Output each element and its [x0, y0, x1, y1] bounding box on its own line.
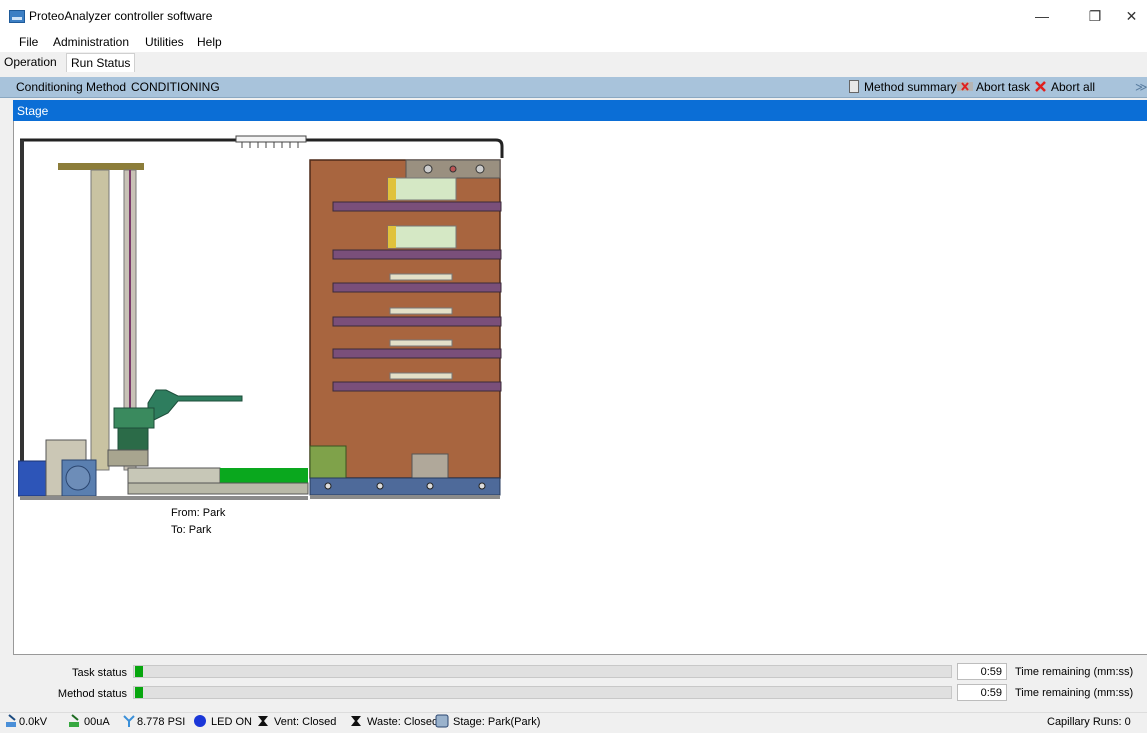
- method-status-progress-fill: [135, 687, 143, 698]
- method-label: Conditioning Method: [16, 80, 127, 94]
- led-icon: [194, 715, 206, 727]
- abort-task-button[interactable]: Abort task: [976, 80, 1030, 94]
- stage-header: [13, 100, 1147, 121]
- method-time-remaining-value: 0:59: [957, 684, 1007, 701]
- method-value: CONDITIONING: [131, 80, 220, 94]
- abort-all-icon: [1035, 81, 1046, 92]
- stage-status-text: Stage: Park(Park): [453, 716, 541, 728]
- minimize-button[interactable]: —: [1022, 4, 1062, 28]
- waste-icon: [351, 716, 361, 726]
- pressure-icon: [123, 715, 135, 727]
- stage-to-text: To: Park: [171, 524, 212, 536]
- waste-text: Waste: Closed: [367, 716, 439, 728]
- menu-utilities[interactable]: Utilities: [145, 35, 184, 49]
- close-button[interactable]: ✕: [1116, 4, 1147, 28]
- task-time-remaining-label: Time remaining (mm:ss): [1015, 666, 1134, 678]
- vent-text: Vent: Closed: [274, 716, 337, 728]
- menu-help[interactable]: Help: [197, 35, 222, 49]
- stage-diagram: [18, 128, 521, 504]
- current-text: 00uA: [84, 716, 110, 728]
- pressure-text: 8.778 PSI: [137, 716, 186, 728]
- task-time-remaining-value: 0:59: [957, 663, 1007, 680]
- stage-header-label: Stage: [17, 104, 49, 118]
- capillary-runs-text: Capillary Runs: 0: [1047, 716, 1131, 728]
- task-status-progress-fill: [135, 666, 143, 677]
- method-summary-button[interactable]: Method summary: [864, 80, 957, 94]
- menu-file[interactable]: File: [19, 35, 38, 49]
- method-summary-icon: [849, 80, 859, 93]
- abort-all-button[interactable]: Abort all: [1051, 80, 1095, 94]
- task-status-progress: [133, 665, 952, 678]
- menu-administration[interactable]: Administration: [53, 35, 129, 49]
- current-icon: [69, 714, 79, 727]
- stage-icon: [435, 714, 449, 728]
- tab-bar: [0, 52, 1147, 72]
- task-status-label: Task status: [71, 667, 127, 679]
- method-status-label: Method status: [57, 688, 127, 700]
- collapse-chevron-icon[interactable]: ≫: [1135, 80, 1147, 94]
- led-text: LED ON: [211, 716, 252, 728]
- vent-icon: [258, 716, 268, 726]
- tab-run-status[interactable]: Run Status: [66, 53, 136, 72]
- method-time-remaining-label: Time remaining (mm:ss): [1015, 687, 1134, 699]
- stage-from-text: From: Park: [171, 507, 226, 519]
- tab-operation[interactable]: Operation: [0, 53, 61, 71]
- voltage-icon: [6, 714, 16, 727]
- window-title: ProteoAnalyzer controller software: [29, 9, 213, 23]
- app-icon: [9, 10, 25, 23]
- method-status-progress: [133, 686, 952, 699]
- voltage-text: 0.0kV: [19, 716, 48, 728]
- abort-task-icon: [957, 82, 973, 91]
- restore-button[interactable]: ❐: [1075, 4, 1115, 28]
